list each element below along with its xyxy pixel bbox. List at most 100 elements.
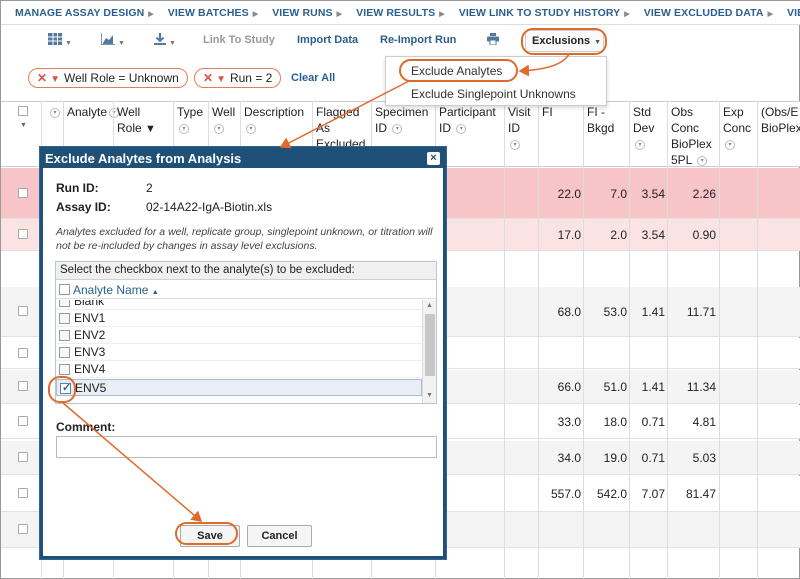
column-header-flagged[interactable]: Flagged As Excluded: [316, 104, 365, 152]
row-checkbox[interactable]: [18, 524, 28, 534]
exclusions-menu: Exclude Analytes Exclude Singlepoint Unk…: [385, 56, 607, 106]
cell-std-dev: 0.71: [641, 415, 665, 429]
cell-fi-bkgd: 53.0: [603, 305, 627, 319]
exclude-analytes-dialog: Exclude Analytes from Analysis × Run ID:…: [40, 147, 446, 559]
analyte-list-scrollbar[interactable]: ▲ ▼: [422, 300, 436, 403]
row-checkbox[interactable]: [18, 187, 28, 198]
exclusions-label: Exclusions: [532, 35, 591, 47]
clear-all-filters-link[interactable]: Clear All: [291, 72, 335, 84]
menu-item-exclude-analytes[interactable]: Exclude Analytes: [386, 60, 606, 82]
scroll-up-icon[interactable]: ▲: [426, 302, 433, 309]
column-header-well-role[interactable]: Well Role ▼: [117, 104, 156, 137]
cell-std-dev: 1.41: [641, 305, 665, 319]
select-all-analytes-checkbox[interactable]: [59, 284, 70, 295]
nav-view-qc-reports[interactable]: VIEW QC RE: [773, 1, 800, 24]
column-header-fi-bkgd[interactable]: FI - Bkgd: [587, 104, 614, 136]
chart-icon[interactable]: ▼: [100, 33, 125, 48]
grid-toolbar: ▼ ▼ ▼ Link To Study Import Data Re-Impor…: [1, 26, 800, 56]
cell-obs-conc: 4.81: [692, 415, 716, 429]
select-all-checkbox[interactable]: [18, 106, 28, 116]
row-checkbox[interactable]: [18, 452, 28, 462]
cell-fi: 22.0: [557, 186, 581, 201]
analyte-list-item[interactable]: ENV2: [56, 327, 422, 344]
cell-obs-conc: 0.90: [692, 228, 716, 242]
column-header-std-dev[interactable]: Std Dev ▾: [633, 104, 654, 152]
cancel-button[interactable]: Cancel: [247, 525, 312, 547]
scroll-down-icon[interactable]: ▼: [426, 392, 433, 399]
row-checkbox[interactable]: [18, 347, 28, 358]
filter-chip-well-role[interactable]: ✕ ▼ Well Role = Unknown: [28, 68, 188, 88]
column-header-analyte[interactable]: Analyte ▾: [67, 104, 120, 120]
analyte-list-item[interactable]: ENV3: [56, 344, 422, 361]
filter-icon: ▼: [145, 123, 156, 135]
import-data-button[interactable]: Import Data: [297, 34, 358, 46]
analyte-checkbox[interactable]: [59, 300, 70, 307]
chevron-down-icon[interactable]: ▼: [20, 122, 27, 129]
analyte-selection-panel: Select the checkbox next to the analyte(…: [55, 261, 437, 404]
column-header-specimen-id[interactable]: Specimen ID ▾: [375, 104, 428, 136]
row-checkbox[interactable]: [18, 381, 28, 391]
analyte-name: Blank: [74, 300, 105, 308]
cell-fi: 34.0: [557, 451, 581, 465]
cell-fi-bkgd: 542.0: [596, 487, 627, 501]
exclusions-button[interactable]: Exclusions ▼: [525, 30, 604, 52]
column-header-description[interactable]: Description ▾: [244, 104, 304, 136]
nav-view-results[interactable]: VIEW RESULTS ▶: [342, 1, 445, 24]
column-options-icon[interactable]: ▾: [48, 104, 60, 120]
link-to-study-button[interactable]: Link To Study: [203, 34, 275, 46]
assay-id-label: Assay ID:: [56, 200, 111, 214]
nav-view-excluded-data[interactable]: VIEW EXCLUDED DATA ▶: [630, 1, 773, 24]
filter-chip-run[interactable]: ✕ ▼ Run = 2: [194, 68, 282, 88]
analyte-list-item[interactable]: ENV5: [56, 379, 422, 396]
dialog-title: Exclude Analytes from Analysis: [45, 151, 242, 166]
column-header-obs-exp[interactable]: (Obs/E BioPlex: [761, 104, 800, 136]
remove-filter-icon[interactable]: ✕: [203, 71, 213, 85]
row-checkbox[interactable]: [18, 229, 28, 239]
dialog-header: Exclude Analytes from Analysis ×: [43, 150, 443, 168]
run-id-value: 2: [146, 181, 153, 195]
analyte-checkbox[interactable]: [59, 347, 70, 358]
analyte-name: ENV3: [74, 345, 106, 359]
analyte-checkbox[interactable]: [59, 364, 70, 375]
scroll-thumb[interactable]: [425, 314, 435, 376]
nav-manage-assay-design[interactable]: MANAGE ASSAY DESIGN ▶: [1, 1, 154, 24]
column-divider: [504, 101, 505, 579]
analyte-list-item[interactable]: ENV4: [56, 361, 422, 378]
analyte-list-item[interactable]: ENV1: [56, 310, 422, 327]
column-header-participant-id[interactable]: Participant ID ▾: [439, 104, 496, 136]
analyte-name-column[interactable]: Analyte Name ▲: [73, 283, 159, 297]
nav-view-batches[interactable]: VIEW BATCHES ▶: [154, 1, 258, 24]
app-frame: MANAGE ASSAY DESIGN ▶ VIEW BATCHES ▶ VIEW RU…: [0, 0, 800, 579]
column-header-fi[interactable]: FI: [542, 104, 553, 120]
cell-fi-bkgd: 19.0: [603, 451, 627, 465]
save-button[interactable]: Save: [180, 525, 240, 547]
cell-obs-conc: 2.26: [692, 186, 716, 201]
analyte-checkbox[interactable]: [59, 313, 70, 324]
cell-std-dev: 3.54: [641, 186, 665, 201]
cell-std-dev: 1.41: [641, 380, 665, 394]
remove-filter-icon[interactable]: ✕: [37, 71, 47, 85]
analyte-checkbox[interactable]: [60, 381, 71, 394]
print-icon[interactable]: [487, 33, 499, 48]
column-header-well[interactable]: Well ▾: [212, 104, 235, 136]
row-checkbox[interactable]: [18, 416, 28, 426]
nav-view-link-to-study-history[interactable]: VIEW LINK TO STUDY HISTORY ▶: [445, 1, 630, 24]
column-divider: [538, 101, 539, 579]
column-header-visit-id[interactable]: Visit ID ▾: [508, 104, 530, 152]
column-header-type[interactable]: Type ▾: [177, 104, 203, 136]
column-header-exp-conc[interactable]: Exp Conc ▾: [723, 104, 751, 152]
comment-field[interactable]: [56, 436, 437, 458]
row-checkbox[interactable]: [18, 488, 28, 498]
column-header-obs-conc[interactable]: Obs Conc BioPlex 5PL ▾: [671, 104, 712, 168]
download-icon[interactable]: ▼: [154, 33, 176, 48]
cell-obs-conc: 11.71: [686, 305, 716, 319]
close-icon[interactable]: ×: [427, 152, 440, 165]
menu-item-exclude-singlepoint-unknowns[interactable]: Exclude Singlepoint Unknowns: [386, 83, 606, 105]
analyte-checkbox[interactable]: [59, 330, 70, 341]
row-checkbox[interactable]: [18, 306, 28, 316]
panel-header: Select the checkbox next to the analyte(…: [56, 262, 436, 280]
grid-icon[interactable]: ▼: [48, 33, 72, 48]
nav-view-runs[interactable]: VIEW RUNS ▶: [258, 1, 342, 24]
reimport-run-button[interactable]: Re-Import Run: [380, 34, 456, 46]
analyte-list-item[interactable]: Blank: [56, 300, 422, 310]
